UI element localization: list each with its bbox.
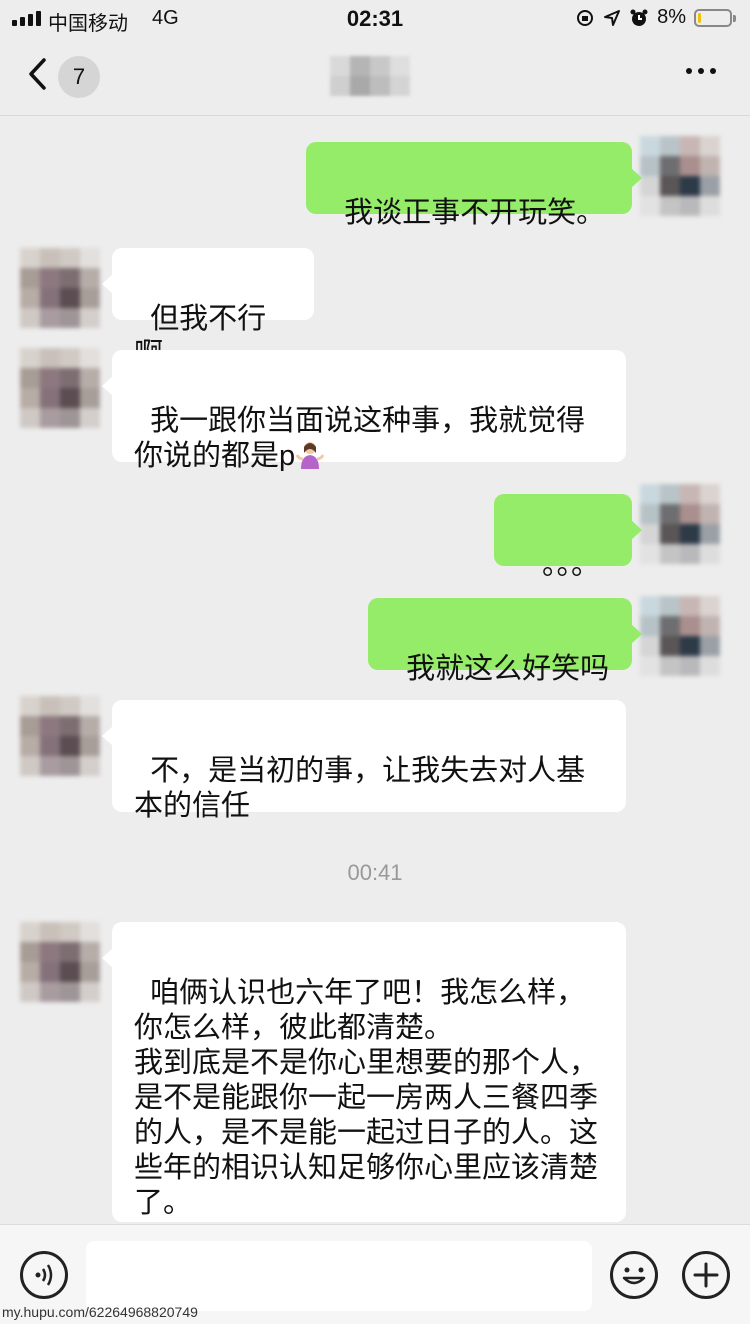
chat-header: 7 [0,38,750,116]
message-bubble-incoming[interactable]: 不，是当初的事，让我失去对人基本的信任 [102,700,626,822]
plus-icon[interactable] [682,1251,730,1299]
contact-avatar[interactable] [20,248,100,328]
battery-percent: 8% [657,6,686,28]
alarm-icon [630,9,648,26]
message-text: 我谈正事不开玩笑。 [344,197,606,229]
contact-avatar[interactable] [20,696,100,776]
status-bar: 中国移动 4G 02:31 8% [0,0,750,38]
my-avatar[interactable] [640,596,720,676]
watermark: my.hupu.com/62264968820749 [2,1304,198,1320]
my-avatar[interactable] [640,484,720,564]
message-bubble-incoming[interactable]: 咱俩认识也六年了吧！我怎么样，你怎么样，彼此都清楚。 我到底是不是你心里想要的那… [102,922,626,1222]
location-icon [604,9,621,26]
message-text: 我就这么好笑吗 [406,653,610,685]
contact-avatar[interactable] [20,922,100,1002]
message-input[interactable] [86,1241,592,1311]
orientation-lock-icon [577,9,594,26]
message-text: 我一跟你当面说这种事，我就觉得你说的都是p [134,405,586,472]
chat-input-bar: my.hupu.com/62264968820749 [0,1224,750,1324]
message-text: 咱俩认识也六年了吧！我怎么样，你怎么样，彼此都清楚。 我到底是不是你心里想要的那… [134,977,599,1219]
message-bubble-outgoing[interactable]: 。。。 [494,494,642,581]
emoji-icon[interactable] [610,1251,658,1299]
contact-avatar[interactable] [20,348,100,428]
battery-level-fill [698,12,701,23]
person-shrugging-emoji [295,439,325,469]
chevron-left-icon[interactable] [26,56,60,96]
my-avatar[interactable] [640,136,720,216]
message-bubble-incoming[interactable]: 我一跟你当面说这种事，我就觉得你说的都是p [102,350,626,472]
status-icons: 8% [575,6,736,29]
message-bubble-outgoing[interactable]: 我就这么好笑吗 [368,598,642,685]
message-text: 。。。 [542,549,601,581]
battery-icon [694,8,736,27]
chat-title-blurred [330,56,410,96]
more-dots-icon[interactable] [686,68,716,74]
message-bubble-incoming[interactable]: 但我不行啊 [102,248,314,370]
unread-count-badge[interactable]: 7 [58,56,100,98]
message-bubble-outgoing[interactable]: 我谈正事不开玩笑。 [306,142,642,229]
message-timestamp: 00:41 [347,860,403,885]
message-text: 不，是当初的事，让我失去对人基本的信任 [134,755,586,822]
voice-icon[interactable] [20,1251,68,1299]
